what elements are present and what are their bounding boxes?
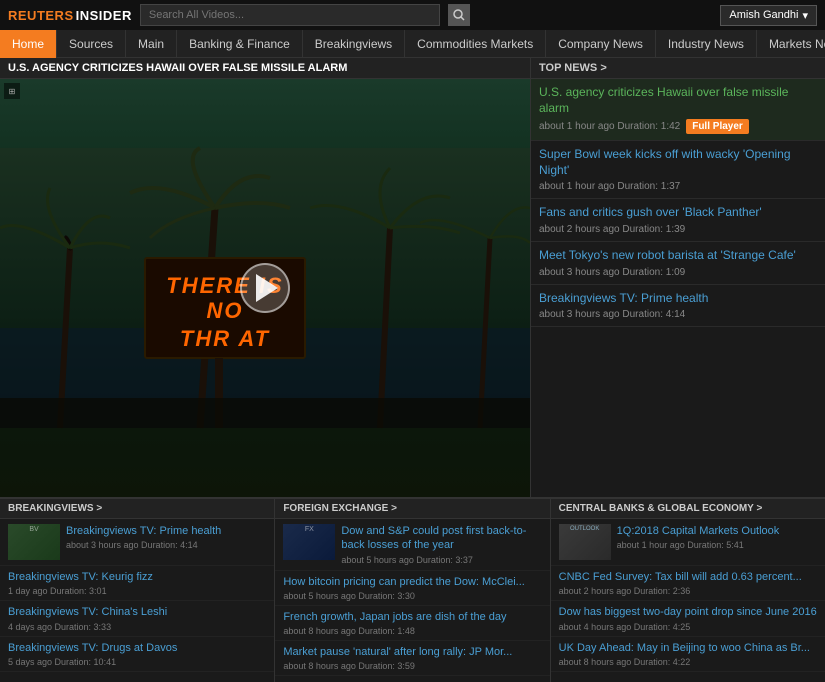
search-button[interactable] [448,4,470,26]
central-banks-featured-title: 1Q:2018 Capital Markets Outlook [617,524,817,538]
nav-item-company[interactable]: Company News [546,30,656,58]
central-banks-featured[interactable]: OUTLOOK 1Q:2018 Capital Markets Outlook … [551,519,825,566]
header: REUTERS INSIDER Amish Gandhi ▾ [0,0,825,30]
news-meta-5: about 3 hours ago Duration: 4:14 [539,309,817,320]
central-banks-title-2: Dow has biggest two-day point drop since… [559,605,817,619]
logo-reuters: REUTERS [8,8,74,23]
news-item-5[interactable]: Breakingviews TV: Prime health about 3 h… [531,285,825,328]
breakingviews-featured[interactable]: BV Breakingviews TV: Prime health about … [0,519,274,566]
breakingviews-item-1[interactable]: Breakingviews TV: Keurig fizz 1 day ago … [0,566,274,601]
breakingviews-title-2: Breakingviews TV: China's Leshi [8,605,266,619]
central-banks-item-1[interactable]: CNBC Fed Survey: Tax bill will add 0.63 … [551,566,825,601]
central-banks-section: CENTRAL BANKS & GLOBAL ECONOMY > OUTLOOK… [551,499,825,682]
forex-featured[interactable]: FX Dow and S&P could post first back-to-… [275,519,549,571]
news-title-5: Breakingviews TV: Prime health [539,291,817,307]
central-banks-title-3: UK Day Ahead: May in Beijing to woo Chin… [559,641,817,655]
breakingviews-header[interactable]: BREAKINGVIEWS > [0,499,274,519]
nav-item-commodities[interactable]: Commodities Markets [405,30,546,58]
nav-item-breakingviews[interactable]: Breakingviews [303,30,405,58]
forex-title-1: How bitcoin pricing can predict the Dow:… [283,575,541,589]
forex-item-3[interactable]: Market pause 'natural' after long rally:… [275,641,549,676]
breakingviews-featured-title: Breakingviews TV: Prime health [66,524,266,538]
nav-item-markets[interactable]: Markets News [757,30,825,58]
play-icon [256,274,278,302]
news-item-2[interactable]: Super Bowl week kicks off with wacky 'Op… [531,141,825,199]
forex-featured-meta: about 5 hours ago Duration: 3:37 [341,555,541,565]
search-input[interactable] [140,4,440,26]
central-banks-thumb: OUTLOOK [559,524,611,560]
central-banks-item-3[interactable]: UK Day Ahead: May in Beijing to woo Chin… [551,637,825,672]
video-player[interactable]: THERE IS NO THR AT ⊞ [0,79,530,497]
full-player-button[interactable]: Full Player [686,119,749,134]
central-banks-meta-1: about 2 hours ago Duration: 2:36 [559,586,817,596]
forex-title-2: French growth, Japan jobs are dish of th… [283,610,541,624]
forex-item-2[interactable]: French growth, Japan jobs are dish of th… [275,606,549,641]
nav-item-main[interactable]: Main [126,30,177,58]
news-item-3[interactable]: Fans and critics gush over 'Black Panthe… [531,199,825,242]
svg-text:NO: NO [207,298,244,323]
breakingviews-featured-content: Breakingviews TV: Prime health about 3 h… [66,524,266,560]
forex-item-1[interactable]: How bitcoin pricing can predict the Dow:… [275,571,549,606]
breakingviews-meta-2: 4 days ago Duration: 3:33 [8,622,266,632]
forex-thumb: FX [283,524,335,560]
forex-title-3: Market pause 'natural' after long rally:… [283,645,541,659]
central-banks-featured-content: 1Q:2018 Capital Markets Outlook about 1 … [617,524,817,560]
news-meta-1: about 1 hour ago Duration: 1:42 Full Pla… [539,119,817,134]
logo-insider: INSIDER [76,8,132,23]
central-banks-meta-2: about 4 hours ago Duration: 4:25 [559,622,817,632]
user-menu[interactable]: Amish Gandhi ▾ [720,5,817,26]
central-banks-title-1: CNBC Fed Survey: Tax bill will add 0.63 … [559,570,817,584]
right-panel: TOP NEWS > U.S. agency criticizes Hawaii… [530,58,825,497]
main-content: U.S. AGENCY CRITICIZES HAWAII OVER FALSE… [0,58,825,497]
forex-featured-content: Dow and S&P could post first back-to-bac… [341,524,541,565]
forex-featured-title: Dow and S&P could post first back-to-bac… [341,524,541,553]
nav-item-industry[interactable]: Industry News [656,30,757,58]
central-banks-featured-meta: about 1 hour ago Duration: 5:41 [617,540,817,550]
breakingviews-featured-meta: about 3 hours ago Duration: 4:14 [66,540,266,550]
search-icon [453,9,465,21]
news-title-2: Super Bowl week kicks off with wacky 'Op… [539,147,817,178]
news-item-4[interactable]: Meet Tokyo's new robot barista at 'Stran… [531,242,825,285]
breakingviews-section: BREAKINGVIEWS > BV Breakingviews TV: Pri… [0,499,275,682]
breakingviews-meta-1: 1 day ago Duration: 3:01 [8,586,266,596]
nav-item-banking[interactable]: Banking & Finance [177,30,303,58]
nav-item-home[interactable]: Home [0,30,57,58]
play-button[interactable] [240,263,290,313]
news-meta-3: about 2 hours ago Duration: 1:39 [539,224,817,235]
news-title-4: Meet Tokyo's new robot barista at 'Stran… [539,248,817,264]
central-banks-header[interactable]: CENTRAL BANKS & GLOBAL ECONOMY > [551,499,825,519]
breakingviews-item-3[interactable]: Breakingviews TV: Drugs at Davos 5 days … [0,637,274,672]
expand-icon[interactable]: ⊞ [4,83,20,99]
video-title: U.S. AGENCY CRITICIZES HAWAII OVER FALSE… [0,58,530,79]
breakingviews-title-3: Breakingviews TV: Drugs at Davos [8,641,266,655]
forex-meta-3: about 8 hours ago Duration: 3:59 [283,661,541,671]
svg-text:THR AT: THR AT [180,326,270,351]
forex-meta-2: about 8 hours ago Duration: 1:48 [283,626,541,636]
central-banks-item-2[interactable]: Dow has biggest two-day point drop since… [551,601,825,636]
central-banks-meta-3: about 8 hours ago Duration: 4:22 [559,657,817,667]
news-item-1[interactable]: U.S. agency criticizes Hawaii over false… [531,79,825,141]
user-name: Amish Gandhi [729,9,798,21]
breakingviews-meta-3: 5 days ago Duration: 10:41 [8,657,266,667]
forex-header[interactable]: FOREIGN EXCHANGE > [275,499,549,519]
video-section: U.S. AGENCY CRITICIZES HAWAII OVER FALSE… [0,58,530,497]
nav-item-sources[interactable]: Sources [57,30,126,58]
chevron-down-icon: ▾ [802,9,808,22]
breakingviews-item-2[interactable]: Breakingviews TV: China's Leshi 4 days a… [0,601,274,636]
forex-meta-1: about 5 hours ago Duration: 3:30 [283,591,541,601]
forex-section: FOREIGN EXCHANGE > FX Dow and S&P could … [275,499,550,682]
news-meta-4: about 3 hours ago Duration: 1:09 [539,267,817,278]
top-news-header: TOP NEWS > [531,58,825,79]
navigation: Home Sources Main Banking & Finance Brea… [0,30,825,58]
logo: REUTERS INSIDER [8,8,132,23]
news-title-3: Fans and critics gush over 'Black Panthe… [539,205,817,221]
news-meta-2: about 1 hour ago Duration: 1:37 [539,181,817,192]
news-title-1: U.S. agency criticizes Hawaii over false… [539,85,817,116]
breakingviews-thumb: BV [8,524,60,560]
breakingviews-title-1: Breakingviews TV: Keurig fizz [8,570,266,584]
